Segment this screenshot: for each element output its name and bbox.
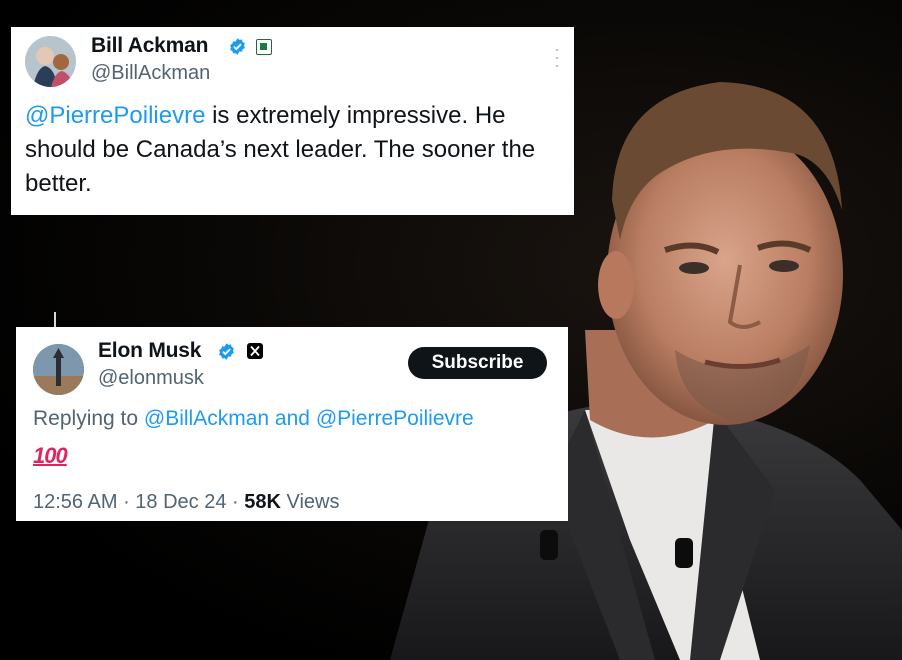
affiliation-badge-icon bbox=[256, 39, 272, 55]
mention-link[interactable]: @BillAckman bbox=[144, 407, 269, 430]
reply-prefix: Replying to bbox=[33, 407, 144, 430]
more-options-icon[interactable]: · · · bbox=[554, 40, 560, 74]
musk-avatar[interactable] bbox=[33, 344, 84, 395]
tweet-time[interactable]: 12:56 AM bbox=[33, 491, 118, 513]
separator: · bbox=[226, 491, 245, 513]
mention-link[interactable]: @PierrePoilievre bbox=[316, 407, 474, 430]
subscribe-button[interactable]: Subscribe bbox=[408, 347, 547, 379]
ackman-avatar[interactable] bbox=[25, 36, 76, 87]
views-label: Views bbox=[280, 491, 340, 513]
musk-tweet-card[interactable]: Elon Musk @elonmusk Subscribe Replying t… bbox=[16, 327, 568, 521]
tweet-metadata: 12:56 AM · 18 Dec 24 · 58K Views bbox=[33, 491, 340, 514]
mention-link[interactable]: @PierrePoilievre bbox=[25, 102, 205, 129]
reply-and: and bbox=[269, 407, 316, 430]
image-canvas: Bill Ackman @BillAckman · · · @PierrePoili… bbox=[0, 0, 902, 660]
hundred-points-emoji: 100 bbox=[33, 443, 68, 468]
views-count: 58K bbox=[244, 491, 281, 513]
separator: · bbox=[117, 491, 136, 513]
verified-badge-icon bbox=[230, 38, 245, 55]
verified-badge-icon bbox=[219, 343, 234, 360]
ackman-tweet-card[interactable]: Bill Ackman @BillAckman · · · @PierrePoili… bbox=[11, 27, 574, 215]
tweet-text: @PierrePoilievre is extremely impressive… bbox=[25, 99, 570, 201]
display-name[interactable]: Elon Musk bbox=[98, 339, 201, 363]
tweet-date[interactable]: 18 Dec 24 bbox=[135, 491, 226, 513]
replying-to-line: Replying to @BillAckman and @PierrePoili… bbox=[33, 407, 474, 431]
user-handle[interactable]: @elonmusk bbox=[98, 367, 204, 390]
x-logo-icon bbox=[247, 343, 263, 359]
user-handle[interactable]: @BillAckman bbox=[91, 62, 210, 85]
display-name[interactable]: Bill Ackman bbox=[91, 34, 208, 58]
